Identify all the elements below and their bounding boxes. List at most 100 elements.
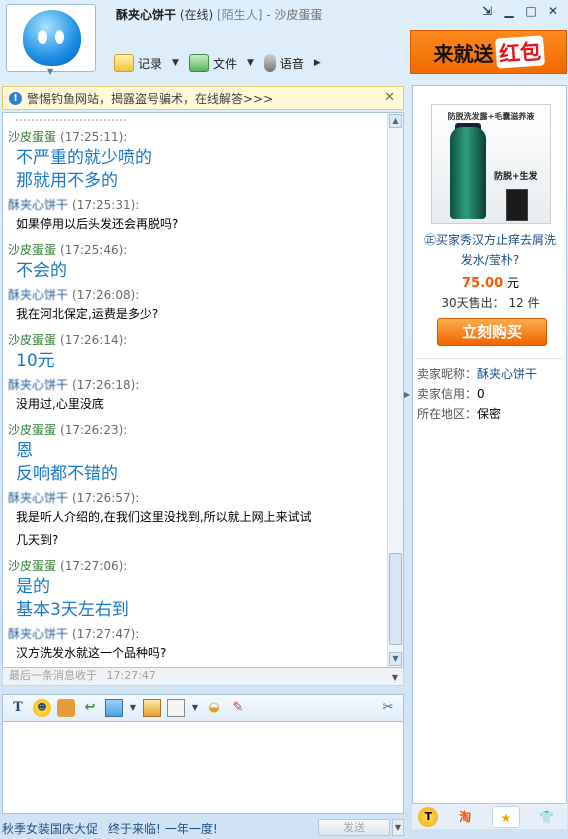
footer-ad-link-1[interactable]: 秋季女装国庆大促 — [2, 820, 98, 837]
message-input[interactable] — [2, 722, 404, 814]
title-nickname: 酥夹心饼干 — [116, 8, 177, 22]
chat-title: 酥夹心饼干 (在线) [陌生人] - 沙皮蛋蛋 — [116, 6, 322, 23]
chat-message: 沙皮蛋蛋 (17:25:11): 不严重的就少喷的 那就用不多的 — [8, 127, 386, 193]
seller-credit-value: 0 — [477, 387, 485, 401]
emoji-icon[interactable]: ☻ — [33, 699, 51, 717]
product-image-slogan: 防脱+生发 — [494, 172, 538, 182]
message-time: (17:26:08): — [72, 288, 140, 302]
message-time: (17:26:18): — [72, 378, 140, 392]
message-header: 酥夹心饼干 (17:27:47): — [8, 624, 386, 644]
title-separator: - — [266, 8, 271, 22]
more-tools-icon[interactable]: ▶ — [314, 58, 321, 68]
send-image-icon[interactable] — [143, 699, 161, 717]
pin-icon[interactable]: ⇲ — [480, 4, 494, 18]
tab-taobao-icon[interactable]: 淘 — [451, 806, 479, 828]
peer-avatar[interactable]: ▼ — [6, 4, 96, 76]
tab-favorite-star-icon[interactable]: ★ — [491, 805, 520, 828]
image-icon[interactable] — [105, 699, 123, 717]
promo-redpacket-text: 红包 — [494, 35, 545, 69]
footer-ad-link-3[interactable]: 一年一度! — [165, 820, 218, 837]
warning-text[interactable]: 警惕钓鱼网站，揭露盗号骗术，在线解答>>> — [27, 90, 273, 107]
tab-taobao-coin-icon[interactable]: T — [418, 806, 439, 827]
message-header: 沙皮蛋蛋 (17:25:11): — [8, 127, 386, 147]
chat-message: 酥夹心饼干 (17:27:47): 汉方洗发水就这一个品种吗? — [8, 624, 386, 667]
message-header: 沙皮蛋蛋 (17:26:14): — [8, 330, 386, 350]
seller-nick-link[interactable]: 酥夹心饼干 — [477, 367, 537, 381]
message-text: 10元 — [16, 351, 55, 371]
message-time: (17:26:14): — [60, 333, 128, 347]
product-title-link[interactable]: ㊣买家秀汉方止痒去屑洗发水/莹朴? — [419, 230, 561, 270]
send-button[interactable]: 发送 — [318, 819, 390, 836]
scroll-thumb[interactable] — [389, 553, 402, 645]
shake-window-icon[interactable]: ◒ — [205, 699, 223, 717]
message-time: (17:25:46): — [60, 243, 128, 257]
message-sender[interactable]: 酥夹心饼干 — [8, 491, 68, 505]
avatar-dropdown-icon[interactable]: ▼ — [47, 67, 53, 76]
price-unit: 元 — [506, 276, 519, 290]
minimize-icon[interactable]: ▁ — [502, 4, 516, 18]
message-sender[interactable]: 酥夹心饼干 — [8, 198, 68, 212]
product-image[interactable]: 防脱洗发露+毛囊滋养液 防脱+生发 — [431, 104, 551, 224]
message-sender[interactable]: 沙皮蛋蛋 — [8, 130, 56, 144]
scroll-up-icon[interactable]: ▲ — [389, 114, 402, 128]
seller-region-row: 所在地区：保密 — [417, 404, 501, 424]
send-options-dropdown-icon[interactable]: ▼ — [392, 819, 404, 836]
image-dropdown-icon[interactable]: ▼ — [129, 699, 137, 717]
voice-label: 语音 — [279, 56, 304, 71]
title-stranger-tag[interactable]: [陌生人] — [217, 8, 262, 22]
magic-emoticon-icon[interactable] — [57, 699, 75, 717]
message-text: 几天到? — [16, 533, 59, 547]
plugin-tools-icon[interactable]: ✂ — [379, 699, 397, 717]
close-warning-icon[interactable]: ✕ — [384, 90, 395, 105]
message-sender[interactable]: 沙皮蛋蛋 — [8, 333, 56, 347]
message-text: 不会的 — [16, 261, 67, 281]
message-text: 如果停用以后头发还会再脱吗? — [16, 217, 179, 231]
buy-now-button[interactable]: 立刻购买 — [437, 318, 547, 346]
last-message-time: 17:27:47 — [106, 669, 156, 682]
last-message-label: 最后一条消息收于 — [9, 669, 97, 682]
product-panel: 防脱洗发露+毛囊滋养液 防脱+生发 ㊣买家秀汉方止痒去屑洗发水/莹朴? 75.0… — [412, 85, 567, 829]
voice-button[interactable]: 语音 — [263, 54, 304, 72]
collapse-panel-icon[interactable]: ▶ — [404, 390, 410, 399]
record-dropdown-icon[interactable]: ▼ — [172, 58, 179, 68]
avatar-image — [23, 10, 81, 66]
security-warning-bar[interactable]: ! 警惕钓鱼网站，揭露盗号骗术，在线解答>>> ✕ — [2, 86, 404, 110]
message-text: 不严重的就少喷的 — [16, 148, 152, 168]
quick-reply-icon[interactable] — [167, 699, 185, 717]
product-price: 75.00 元 — [413, 274, 568, 291]
message-sender[interactable]: 酥夹心饼干 — [8, 627, 68, 641]
footer-ad-link-2[interactable]: 终于来临! — [108, 820, 161, 837]
last-message-dropdown-icon[interactable]: ▼ — [389, 670, 401, 682]
record-button[interactable]: 记录 — [114, 54, 162, 72]
quick-reply-dropdown-icon[interactable]: ▼ — [191, 699, 199, 717]
message-header: 酥夹心饼干 (17:26:08): — [8, 285, 386, 305]
message-header: 酥夹心饼干 (17:26:18): — [8, 375, 386, 395]
message-sender[interactable]: 酥夹心饼干 — [8, 288, 68, 302]
close-icon[interactable]: ✕ — [546, 4, 560, 18]
message-sender[interactable]: 酥夹心饼干 — [8, 378, 68, 392]
seller-nick-label: 卖家昵称： — [417, 367, 478, 381]
chat-log[interactable]: 沙皮蛋蛋 (17:25:11): 不严重的就少喷的 那就用不多的 酥夹心饼干 (17:25… — [2, 112, 404, 668]
font-icon[interactable]: T — [9, 699, 27, 717]
chat-scrollbar[interactable]: ▲ ▼ — [387, 113, 403, 667]
message-sender[interactable]: 沙皮蛋蛋 — [8, 559, 56, 573]
file-dropdown-icon[interactable]: ▼ — [247, 58, 254, 68]
price-value: 75.00 — [462, 276, 504, 291]
file-transfer-icon — [188, 54, 209, 72]
record-label: 记录 — [138, 56, 163, 71]
file-button[interactable]: 文件 — [188, 54, 237, 72]
chat-message: 酥夹心饼干 (17:25:31): 如果停用以后头发还会再脱吗? — [8, 195, 386, 238]
maximize-icon[interactable]: □ — [524, 4, 538, 18]
promo-banner[interactable]: 来就送 红包 — [410, 30, 567, 74]
info-icon: ! — [9, 91, 22, 105]
paintbrush-icon[interactable]: ✎ — [229, 699, 247, 717]
message-sender[interactable]: 沙皮蛋蛋 — [8, 243, 56, 257]
screenshot-reply-icon[interactable]: ↩ — [81, 699, 99, 717]
message-sender[interactable]: 沙皮蛋蛋 — [8, 423, 56, 437]
last-message-status: 最后一条消息收于 17:27:47 ▼ — [2, 668, 404, 686]
scroll-down-icon[interactable]: ▼ — [389, 652, 402, 666]
product-image-headline: 防脱洗发露+毛囊滋养液 — [447, 112, 535, 121]
chat-message: 沙皮蛋蛋 (17:26:14): 10元 — [8, 330, 386, 373]
tab-clothing-icon[interactable]: 👕 — [533, 806, 561, 828]
product-sold: 30天售出： 12 件 — [413, 294, 568, 311]
